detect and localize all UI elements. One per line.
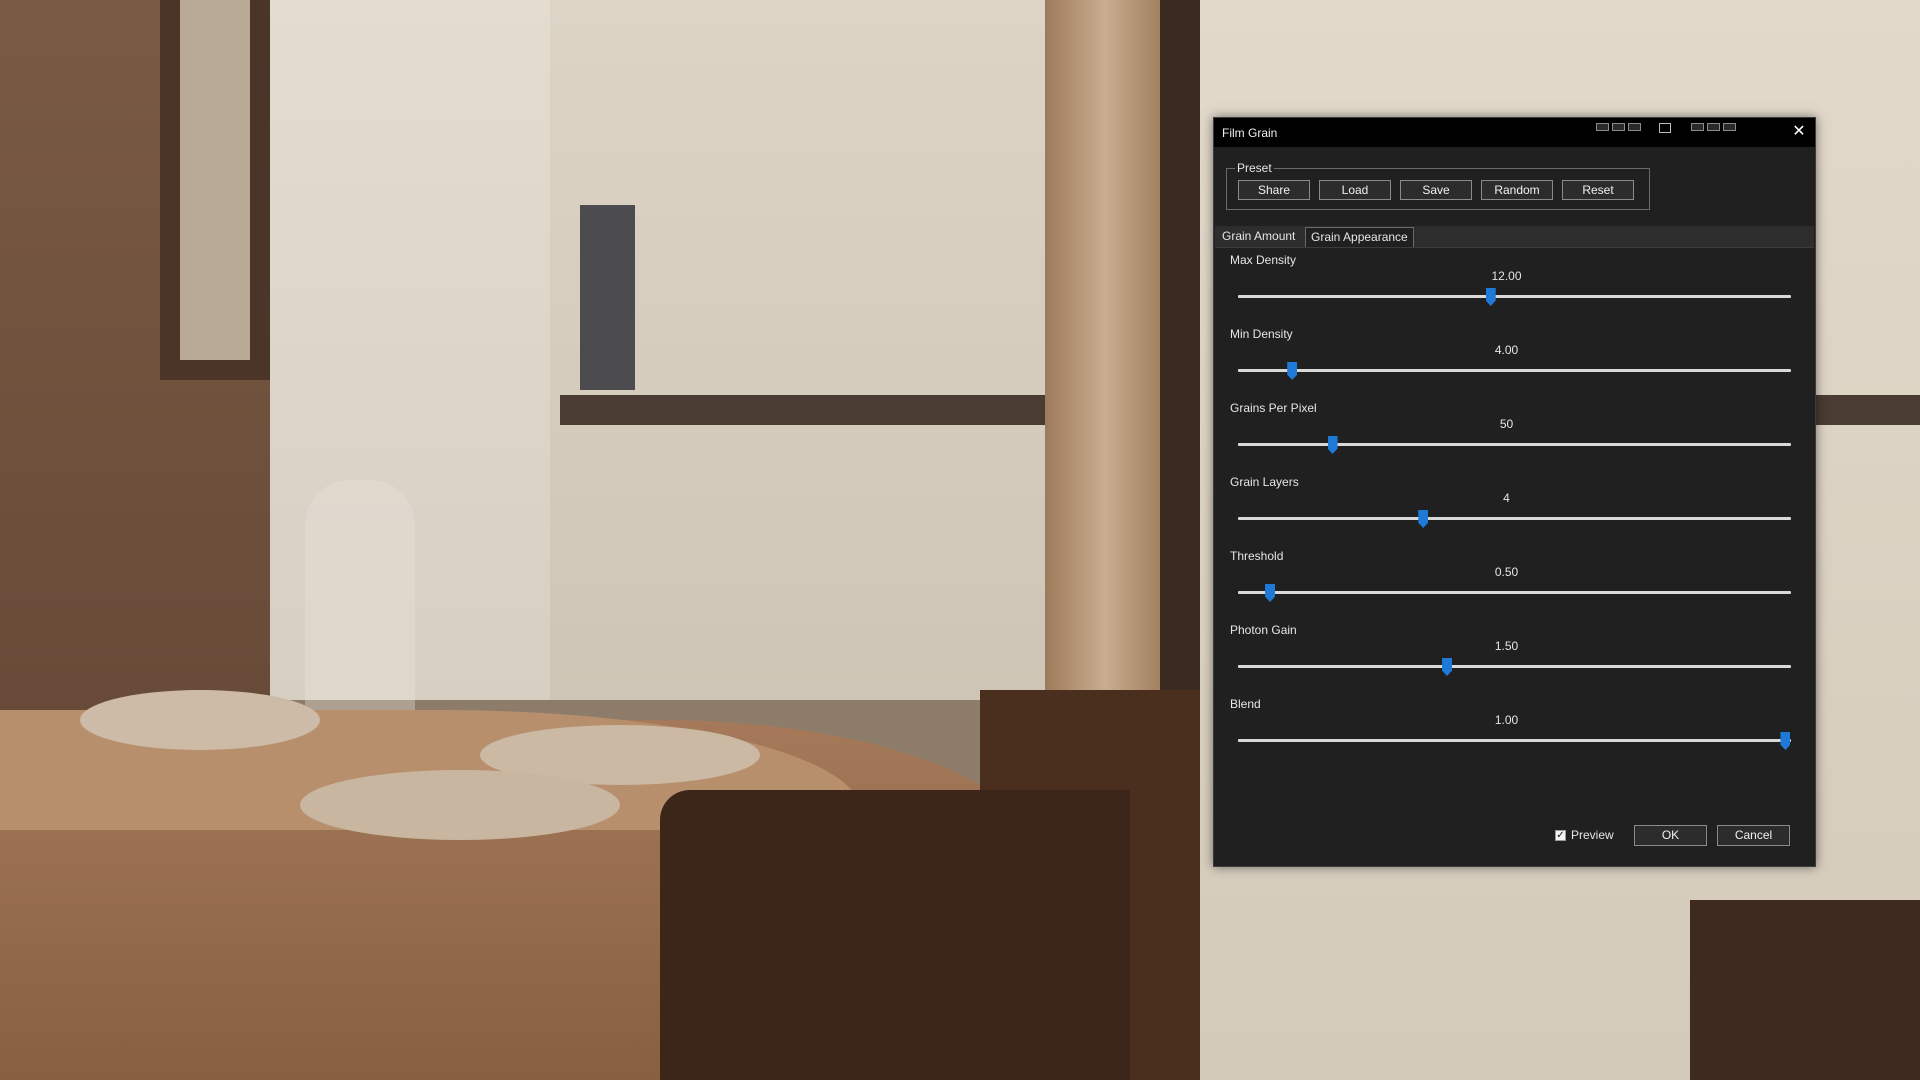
tab-bar: Grain Amount Grain Appearance [1215, 226, 1814, 248]
slider-value: 1.00 [1494, 713, 1519, 727]
ui-mode-icon[interactable] [1707, 123, 1720, 131]
slider-track[interactable] [1238, 591, 1791, 594]
slider-value: 4.00 [1494, 343, 1519, 357]
slider-value: 4 [1503, 491, 1510, 505]
slider-thumb[interactable] [1780, 732, 1791, 750]
slider-track[interactable] [1238, 517, 1791, 520]
slider-max-density: Max Density 12.00 [1230, 253, 1800, 327]
screen-icon[interactable] [1659, 123, 1671, 133]
slider-thumb[interactable] [1442, 658, 1453, 676]
slider-thumb[interactable] [1418, 510, 1429, 528]
slider-track[interactable] [1238, 369, 1791, 372]
slider-min-density: Min Density 4.00 [1230, 327, 1800, 401]
ui-mode-icon[interactable] [1596, 123, 1609, 131]
close-icon[interactable]: ✕ [1789, 122, 1809, 142]
tab-grain-amount[interactable]: Grain Amount [1217, 227, 1300, 246]
save-button[interactable]: Save [1400, 180, 1472, 200]
slider-track[interactable] [1238, 295, 1791, 298]
slider-value: 50 [1499, 417, 1514, 431]
ui-mode-icon[interactable] [1723, 123, 1736, 131]
window-title: Film Grain [1222, 126, 1278, 140]
slider-track[interactable] [1238, 443, 1791, 446]
preview-label: Preview [1571, 828, 1614, 842]
bg-plate [300, 770, 620, 840]
titlebar-icon-group [1691, 123, 1736, 137]
slider-photon-gain: Photon Gain 1.50 [1230, 623, 1800, 697]
bg-balcony-rail [560, 395, 1050, 425]
bg-window-pane [180, 0, 250, 360]
ok-button[interactable]: OK [1634, 825, 1707, 846]
bg-plate [80, 690, 320, 750]
slider-value: 12.00 [1491, 269, 1522, 283]
ui-mode-icon[interactable] [1612, 123, 1625, 131]
bg-chair [1690, 900, 1920, 1080]
slider-label: Grains Per Pixel [1230, 401, 1317, 415]
bg-chair [660, 790, 1130, 1080]
slider-threshold: Threshold 0.50 [1230, 549, 1800, 623]
bg-door [580, 205, 635, 390]
cancel-button[interactable]: Cancel [1717, 825, 1790, 846]
slider-label: Min Density [1230, 327, 1293, 341]
titlebar-icon-group [1596, 123, 1641, 137]
slider-thumb[interactable] [1265, 584, 1276, 602]
ui-mode-icon[interactable] [1691, 123, 1704, 131]
load-button[interactable]: Load [1319, 180, 1391, 200]
slider-label: Max Density [1230, 253, 1297, 267]
ui-mode-icon[interactable] [1628, 123, 1641, 131]
slider-thumb[interactable] [1327, 436, 1338, 454]
preset-group: Preset Share Load Save Random Reset [1226, 161, 1650, 210]
slider-track[interactable] [1238, 665, 1791, 668]
slider-thumb[interactable] [1287, 362, 1298, 380]
slider-thumb[interactable] [1485, 288, 1496, 306]
slider-label: Threshold [1230, 549, 1284, 563]
title-bar[interactable]: Film Grain ✕ [1214, 118, 1815, 147]
slider-value: 1.50 [1494, 639, 1519, 653]
reset-button[interactable]: Reset [1562, 180, 1634, 200]
film-grain-dialog: Film Grain ✕ Preset Share Load Save Rand… [1213, 117, 1816, 867]
slider-label: Grain Layers [1230, 475, 1299, 489]
slider-label: Blend [1230, 697, 1261, 711]
titlebar-icon-group [1659, 123, 1671, 137]
slider-grain-layers: Grain Layers 4 [1230, 475, 1800, 549]
share-button[interactable]: Share [1238, 180, 1310, 200]
preview-checkbox[interactable]: ✓ [1555, 830, 1566, 841]
slider-track[interactable] [1238, 739, 1791, 742]
slider-grains-per-pixel: Grains Per Pixel 50 [1230, 401, 1800, 475]
tab-grain-appearance[interactable]: Grain Appearance [1305, 227, 1414, 247]
random-button[interactable]: Random [1481, 180, 1553, 200]
slider-blend: Blend 1.00 [1230, 697, 1800, 771]
slider-label: Photon Gain [1230, 623, 1297, 637]
slider-value: 0.50 [1494, 565, 1519, 579]
preset-label: Preset [1235, 161, 1274, 175]
